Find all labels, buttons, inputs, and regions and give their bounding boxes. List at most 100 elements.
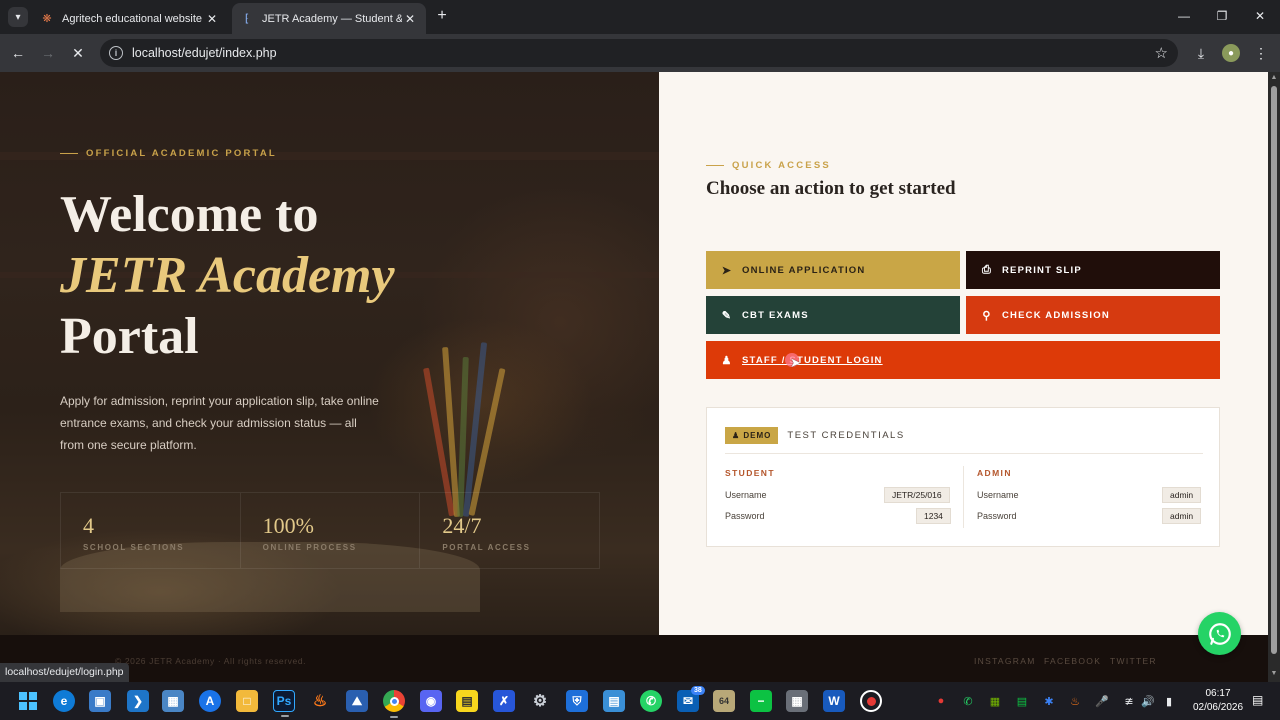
nvidia-tray-icon[interactable]: ▦: [987, 693, 1003, 709]
recorder-icon[interactable]: [860, 690, 882, 712]
page-footer: © 2026 JETR Academy · All rights reserve…: [0, 635, 1268, 682]
search-icon: ⚲: [982, 309, 992, 322]
button-label: CBT EXAMS: [742, 309, 809, 321]
chrome-browser-icon[interactable]: [383, 690, 405, 718]
tab-search-button[interactable]: ▾: [8, 7, 28, 27]
check-admission-button[interactable]: ⚲ CHECK ADMISSION: [966, 296, 1220, 334]
reprint-slip-button[interactable]: ⎙ REPRINT SLIP: [966, 251, 1220, 289]
mail-app-icon[interactable]: ✉ 38: [677, 686, 705, 712]
hero-section: OFFICIAL ACADEMIC PORTAL Welcome to JETR…: [0, 72, 659, 635]
test-credentials-card: ♟ DEMO TEST CREDENTIALS STUDENT Username…: [706, 407, 1220, 547]
demo-badge-text: DEMO: [743, 431, 772, 440]
stat-portal-access: 24/7 PORTAL ACCESS: [420, 493, 599, 568]
file-explorer-icon[interactable]: □: [236, 690, 258, 712]
hero-eyebrow-text: OFFICIAL ACADEMIC PORTAL: [86, 148, 277, 159]
flame-tray-icon[interactable]: ♨: [1067, 693, 1083, 709]
loading-spinner-icon: ⁅: [244, 13, 250, 25]
stat-value: 24/7: [442, 513, 482, 538]
image-editor-icon[interactable]: ⛰: [346, 690, 368, 712]
student-username-value[interactable]: JETR/25/016: [884, 487, 950, 503]
browser-menu-icon[interactable]: ⋮: [1250, 42, 1272, 64]
tab-close-icon[interactable]: ✕: [402, 12, 418, 26]
address-url[interactable]: localhost/edujet/index.php: [132, 46, 277, 60]
capcut-icon[interactable]: ✗: [493, 690, 515, 712]
whatsapp-tray-icon[interactable]: ✆: [960, 693, 976, 709]
record-tray-icon[interactable]: ●: [933, 693, 949, 709]
student-password-label: Password: [725, 511, 765, 521]
wifi-icon[interactable]: ≇: [1121, 693, 1137, 709]
scroll-up-icon[interactable]: ▲: [1270, 74, 1278, 81]
credentials-header: ♟ DEMO TEST CREDENTIALS: [725, 427, 905, 444]
sticky-notes-icon[interactable]: ▤: [456, 690, 478, 712]
footer-link-facebook[interactable]: FACEBOOK: [1044, 656, 1101, 666]
battery-icon[interactable]: ▮: [1161, 693, 1177, 709]
close-window-button[interactable]: ✕: [1240, 0, 1280, 32]
new-tab-button[interactable]: +: [432, 6, 452, 26]
profile-avatar[interactable]: ●: [1220, 42, 1242, 64]
volume-icon[interactable]: 🔊: [1140, 693, 1156, 709]
admin-username-value[interactable]: admin: [1162, 487, 1202, 503]
tab-close-icon[interactable]: ✕: [204, 12, 220, 26]
page-scrollbar[interactable]: ▲ ▼: [1268, 72, 1280, 682]
bookmark-star-icon[interactable]: ☆: [1155, 44, 1168, 62]
edge-browser-icon[interactable]: e: [53, 690, 75, 712]
vscode-icon[interactable]: ❯: [127, 690, 149, 712]
stat-online-process: 100% ONLINE PROCESS: [241, 493, 421, 568]
photos-app-icon[interactable]: ▣: [89, 690, 111, 712]
footer-link-twitter[interactable]: TWITTER: [1110, 656, 1157, 666]
whatsapp-taskbar-icon[interactable]: ✆: [640, 690, 662, 712]
file-viewer-icon[interactable]: ▦: [162, 690, 184, 712]
whatsapp-icon: [1208, 622, 1231, 645]
calculator-icon[interactable]: ▦: [786, 690, 808, 712]
bluetooth-icon[interactable]: ✱: [1041, 693, 1057, 709]
admin-password-value[interactable]: admin: [1162, 508, 1202, 524]
admin-password-label: Password: [977, 511, 1017, 521]
app-store-icon[interactable]: A: [199, 690, 221, 712]
forward-arrow-icon[interactable]: →: [37, 42, 59, 64]
stop-loading-icon[interactable]: ✕: [67, 42, 89, 64]
back-arrow-icon[interactable]: ←: [7, 42, 29, 64]
avatar-icon: ●: [1222, 44, 1240, 62]
notification-icon[interactable]: ▤: [1252, 693, 1263, 707]
discord-icon[interactable]: ◉: [420, 690, 442, 712]
settings-gear-icon[interactable]: ⚙: [529, 690, 551, 712]
mouse-cursor-icon: ➤: [790, 355, 801, 370]
student-password-value[interactable]: 1234: [916, 508, 951, 524]
system-clock[interactable]: 06:17 02/06/2026: [1188, 687, 1248, 715]
notepad-icon[interactable]: ▤: [603, 690, 625, 712]
staff-student-login-button[interactable]: ♟ STAFF / STUDENT LOGIN: [706, 341, 1220, 379]
printer-icon: ⎙: [982, 263, 992, 276]
green-tray-icon[interactable]: ▤: [1014, 693, 1030, 709]
n64-emulator-icon[interactable]: 64: [713, 690, 735, 712]
tab-jetr-academy[interactable]: ⁅ JETR Academy — Student & Ad ✕: [232, 3, 426, 34]
scroll-down-icon[interactable]: ▼: [1270, 670, 1278, 677]
security-shield-icon[interactable]: ⛨: [566, 690, 588, 712]
flame-app-icon[interactable]: ♨: [309, 690, 331, 712]
hero-title: Welcome to JETR Academy Portal: [60, 184, 395, 367]
tab-agritech[interactable]: ❋ Agritech educational website re ✕: [32, 3, 228, 34]
hero-title-line3: Portal: [60, 308, 199, 365]
windows-start-icon[interactable]: [17, 690, 39, 712]
column-separator: [963, 466, 964, 528]
stat-value: 4: [83, 513, 94, 538]
word-icon[interactable]: W: [823, 690, 845, 712]
green-app-icon[interactable]: −: [750, 690, 772, 712]
stat-label: PORTAL ACCESS: [442, 543, 531, 552]
online-application-button[interactable]: ➤ ONLINE APPLICATION: [706, 251, 960, 289]
status-bar-url: localhost/edujet/login.php: [0, 663, 129, 682]
maximize-button[interactable]: ❐: [1202, 0, 1242, 32]
download-icon[interactable]: ⤓: [1190, 42, 1212, 64]
footer-link-instagram[interactable]: INSTAGRAM: [974, 656, 1036, 666]
quick-access-panel: QUICK ACCESS Choose an action to get sta…: [659, 72, 1268, 635]
cbt-exams-button[interactable]: ✎ CBT EXAMS: [706, 296, 960, 334]
address-bar[interactable]: i localhost/edujet/index.php ☆: [100, 39, 1178, 67]
scrollbar-thumb[interactable]: [1271, 86, 1277, 654]
minimize-button[interactable]: —: [1164, 0, 1204, 32]
clock-time: 06:17: [1205, 688, 1231, 699]
pencil-icon: ✎: [721, 309, 733, 322]
button-label: STAFF / STUDENT LOGIN: [742, 354, 883, 366]
photoshop-icon[interactable]: Ps: [273, 690, 295, 717]
microphone-icon[interactable]: 🎤: [1094, 693, 1110, 709]
site-info-icon[interactable]: i: [109, 46, 123, 60]
whatsapp-chat-button[interactable]: [1198, 612, 1241, 655]
